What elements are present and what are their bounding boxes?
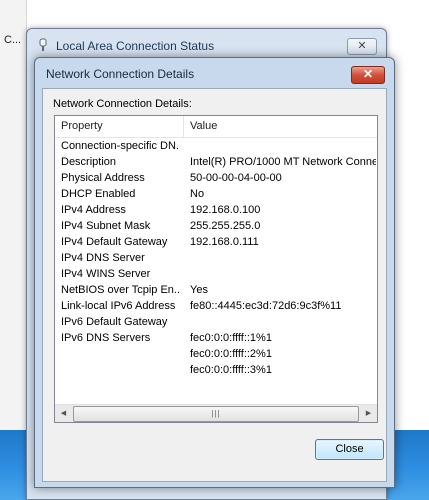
value-cell: fe80::4445:ec3d:72d6:9c3f%11 — [190, 300, 342, 312]
details-list[interactable]: Property Value Connection-specific DN...… — [54, 115, 378, 423]
close-button[interactable]: Close — [315, 439, 384, 460]
details-label: Network Connection Details: — [53, 98, 192, 110]
property-cell: IPv4 WINS Server — [61, 268, 151, 280]
value-cell: 192.168.0.100 — [190, 204, 261, 216]
property-cell: NetBIOS over Tcpip En... — [61, 284, 179, 296]
property-cell: Description — [61, 156, 117, 168]
network-connection-details-dialog: Network Connection Details ✕ Network Con… — [34, 57, 395, 488]
table-row[interactable]: DHCP Enabled No — [55, 186, 377, 202]
property-cell: IPv4 Default Gateway — [61, 236, 168, 248]
value-cell: fec0:0:0:ffff::3%1 — [190, 364, 272, 376]
value-cell: Yes — [190, 284, 208, 296]
table-row[interactable]: IPv4 WINS Server — [55, 266, 377, 282]
close-window-button[interactable]: ✕ — [347, 38, 377, 55]
list-header: Property Value — [55, 116, 377, 138]
value-cell: 192.168.0.111 — [190, 236, 259, 248]
table-row[interactable]: IPv4 Subnet Mask 255.255.255.0 — [55, 218, 377, 234]
value-cell: 50-00-00-04-00-00 — [190, 172, 282, 184]
background-panel: C... — [0, 0, 27, 500]
value-cell: fec0:0:0:ffff::2%1 — [190, 348, 272, 360]
property-cell: IPv6 DNS Servers — [61, 332, 151, 344]
table-row[interactable]: IPv6 DNS Servers fec0:0:0:ffff::1%1 — [55, 330, 377, 346]
value-cell: No — [190, 188, 205, 200]
property-cell: IPv6 Default Gateway — [61, 316, 168, 328]
property-cell: IPv4 DNS Server — [61, 252, 145, 264]
table-row[interactable]: IPv4 Address 192.168.0.100 — [55, 202, 377, 218]
titlebar: Network Connection Details ✕ — [35, 58, 394, 88]
value-cell: Intel(R) PRO/1000 MT Network Connecti — [190, 156, 376, 168]
table-row[interactable]: NetBIOS over Tcpip En... Yes — [55, 282, 377, 298]
value-cell: 255.255.255.0 — [190, 220, 261, 232]
table-row[interactable]: Description Intel(R) PRO/1000 MT Network … — [55, 154, 377, 170]
column-header-value[interactable]: Value — [184, 116, 380, 137]
table-row[interactable]: Connection-specific DN... — [55, 138, 377, 154]
list-body: Connection-specific DN... Description Int… — [55, 138, 377, 400]
titlebar: Local Area Connection Status ✕ — [27, 29, 386, 59]
close-dialog-x-button[interactable]: ✕ — [351, 66, 385, 84]
table-row[interactable]: Link-local IPv6 Address fe80::4445:ec3d:7… — [55, 298, 377, 314]
table-row[interactable]: IPv4 DNS Server — [55, 250, 377, 266]
table-row[interactable]: IPv4 Default Gateway 192.168.0.111 — [55, 234, 377, 250]
background-tab-label: C... — [4, 34, 22, 46]
property-cell: IPv4 Subnet Mask — [61, 220, 151, 232]
property-cell: Physical Address — [61, 172, 145, 184]
scroll-right-arrow-icon[interactable]: ▶ — [360, 405, 377, 422]
table-row[interactable]: IPv6 Default Gateway — [55, 314, 377, 330]
table-row[interactable]: Physical Address 50-00-00-04-00-00 — [55, 170, 377, 186]
network-adapter-icon — [39, 38, 47, 51]
table-row[interactable]: fec0:0:0:ffff::2%1 — [55, 346, 377, 362]
column-header-property[interactable]: Property — [55, 116, 184, 137]
value-cell: fec0:0:0:ffff::1%1 — [190, 332, 272, 344]
horizontal-scrollbar[interactable]: ◀ ||| ▶ — [55, 404, 377, 422]
dialog-title: Network Connection Details — [46, 67, 195, 81]
table-row[interactable]: fec0:0:0:ffff::3%1 — [55, 362, 377, 378]
dialog-content: Network Connection Details: Property Val… — [42, 88, 387, 482]
scrollbar-thumb[interactable]: ||| — [73, 406, 359, 422]
scroll-left-arrow-icon[interactable]: ◀ — [55, 405, 72, 422]
property-cell: IPv4 Address — [61, 204, 126, 216]
window-title: Local Area Connection Status — [56, 39, 215, 53]
property-cell: DHCP Enabled — [61, 188, 136, 200]
property-cell: Connection-specific DN... — [61, 140, 179, 152]
property-cell: Link-local IPv6 Address — [61, 300, 176, 312]
